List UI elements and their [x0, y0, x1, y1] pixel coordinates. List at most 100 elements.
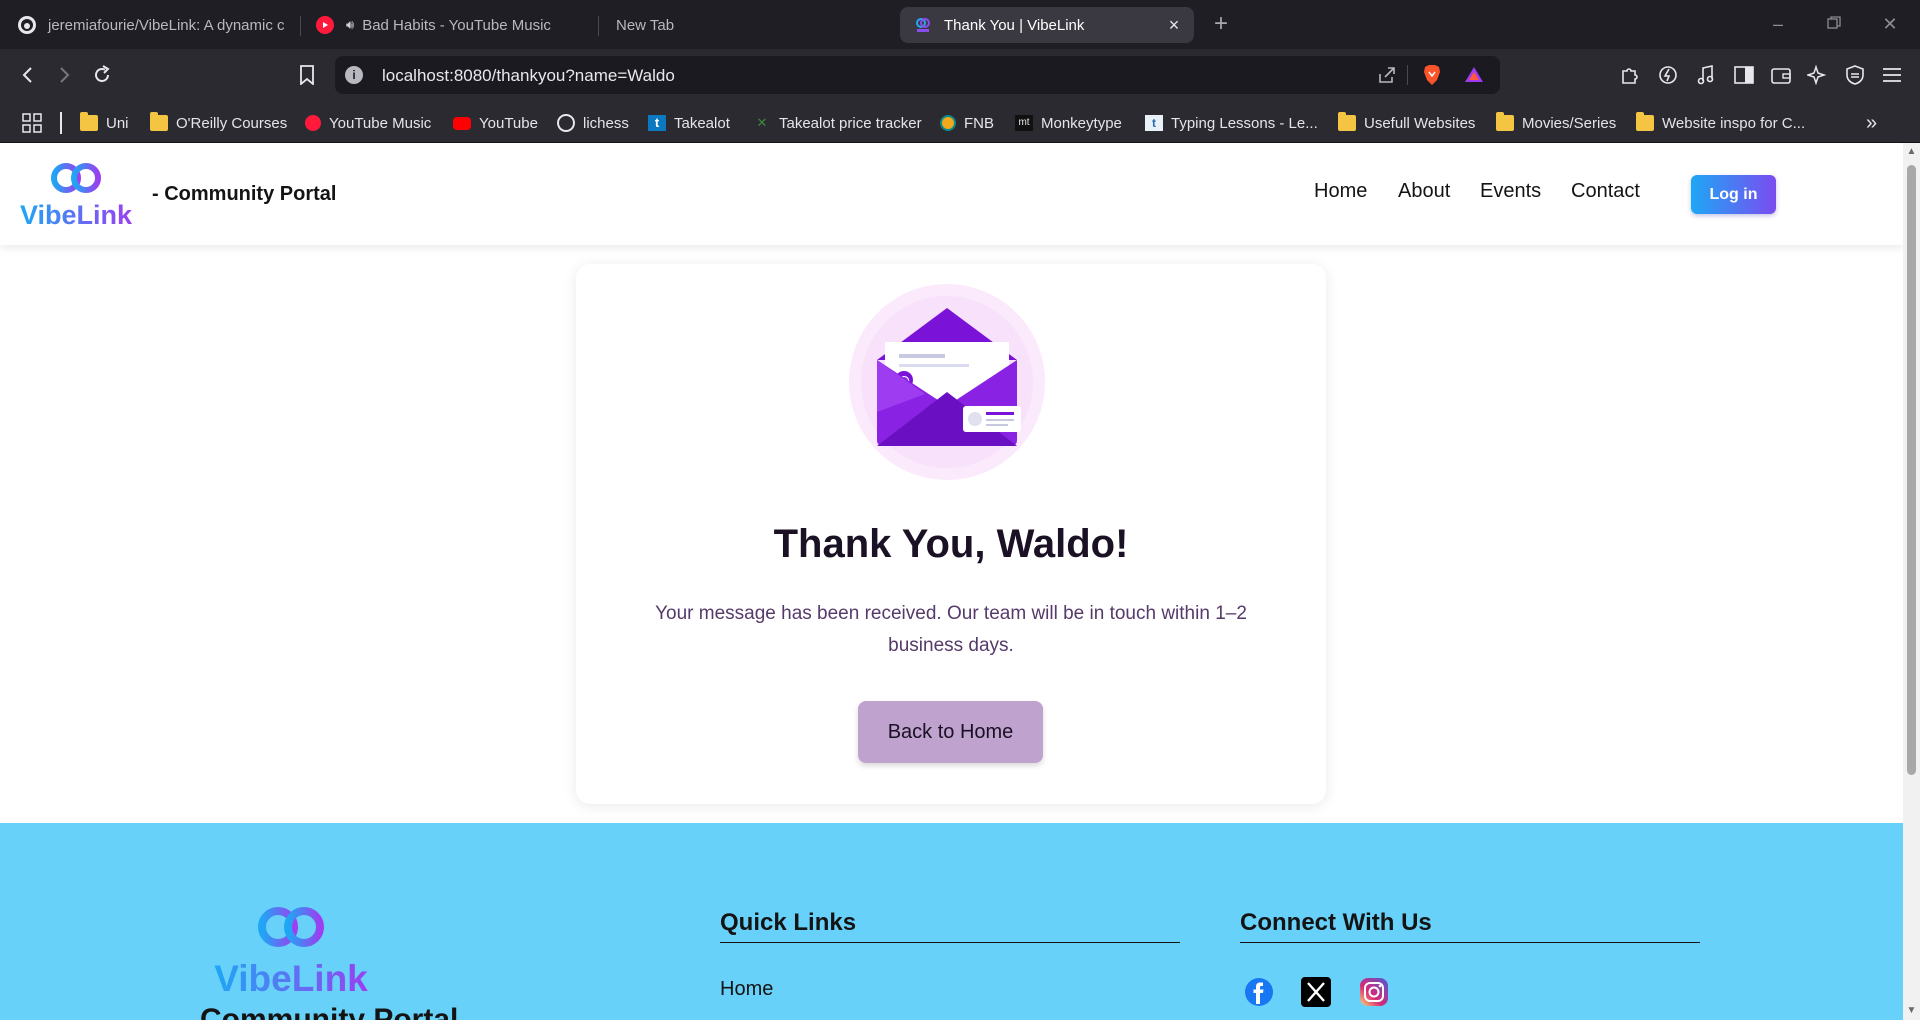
bookmark-label: Website inspo for C... — [1662, 114, 1806, 132]
urlbar-divider — [1407, 65, 1408, 85]
bookmark-usefull-websites[interactable]: Usefull Websites — [1338, 112, 1475, 134]
bookmark-label: Typing Lessons - Le... — [1171, 114, 1318, 132]
folder-icon — [1636, 112, 1654, 131]
share-icon[interactable] — [1373, 61, 1401, 89]
bookmark-label: Usefull Websites — [1364, 114, 1476, 132]
envelope-icon: @ — [847, 282, 1047, 482]
browser-toolbar: i localhost:8080/thankyou?name=Waldo — [0, 49, 1920, 102]
bookmark-label: YouTube Music — [329, 114, 432, 132]
bookmark-takealot[interactable]: t Takealot — [648, 112, 730, 134]
footer-link-home[interactable]: Home — [720, 978, 773, 1001]
tab-youtube-music[interactable]: 🔊︎ Bad Habits - YouTube Music — [316, 7, 576, 43]
speaker-icon[interactable]: 🔊︎ — [346, 17, 354, 33]
logo-text: VibeLink — [20, 200, 133, 230]
nav-home[interactable]: Home — [1314, 180, 1367, 203]
bookmark-label: Takealot price tracker — [779, 114, 922, 132]
bookmark-typing-lessons[interactable]: t Typing Lessons - Le... — [1145, 112, 1318, 134]
youtube-music-icon — [305, 115, 321, 131]
bookmark-label: Monkeytype — [1041, 114, 1122, 132]
scrollbar-thumb[interactable] — [1907, 165, 1916, 775]
bookmark-monkeytype[interactable]: mt Monkeytype — [1015, 112, 1122, 134]
quick-links-divider — [720, 942, 1180, 943]
minimize-icon[interactable]: – — [1766, 12, 1790, 36]
vpn-icon[interactable] — [1841, 61, 1869, 89]
bookmark-uni[interactable]: Uni — [80, 112, 129, 134]
bookmarks-divider — [60, 112, 62, 134]
typing-icon: t — [1145, 115, 1163, 131]
address-bar[interactable]: i localhost:8080/thankyou?name=Waldo — [335, 56, 1500, 94]
bookmark-youtube[interactable]: YouTube — [453, 112, 538, 134]
fnb-icon — [940, 115, 956, 131]
bookmark-takealot-tracker[interactable]: ✕ Takealot price tracker — [753, 112, 922, 134]
nav-about[interactable]: About — [1398, 180, 1450, 203]
login-button[interactable]: Log in — [1691, 175, 1776, 214]
youtube-icon — [453, 116, 471, 130]
brave-shields-icon[interactable] — [1418, 61, 1446, 89]
scroll-down-icon[interactable]: ▼ — [1906, 1005, 1917, 1016]
tab-title: New Tab — [616, 16, 675, 34]
bookmark-label: FNB — [964, 114, 994, 132]
nav-events[interactable]: Events — [1480, 180, 1541, 203]
folder-icon — [80, 112, 98, 131]
close-tab-icon[interactable]: × — [1164, 15, 1184, 35]
new-tab-button[interactable]: + — [1208, 10, 1234, 38]
bookmark-label: YouTube — [479, 114, 538, 132]
apps-grid-icon[interactable] — [18, 109, 46, 137]
browser-tab-bar: jeremiafourie/VibeLink: A dynamic c 🔊︎ B… — [0, 0, 1920, 49]
tab-separator — [598, 16, 599, 36]
wallet-icon[interactable] — [1767, 61, 1795, 89]
reload-icon[interactable] — [88, 61, 116, 89]
instagram-icon[interactable] — [1357, 975, 1391, 1009]
bookmark-movies-series[interactable]: Movies/Series — [1496, 112, 1616, 134]
extensions-icon[interactable] — [1616, 61, 1644, 89]
restore-icon[interactable] — [1822, 12, 1846, 36]
tab-separator — [300, 16, 301, 36]
more-bookmarks-icon[interactable]: » — [1866, 112, 1877, 134]
sidebar-icon[interactable] — [1730, 61, 1758, 89]
facebook-icon[interactable] — [1242, 975, 1276, 1009]
footer-logo-text: VibeLink — [214, 958, 368, 998]
forward-icon[interactable] — [50, 61, 78, 89]
bookmark-icon[interactable] — [293, 61, 321, 89]
tab-title: Bad Habits - YouTube Music — [362, 16, 551, 34]
page-viewport: VibeLink - Community Portal Home About E… — [0, 143, 1903, 1020]
x-icon[interactable] — [1299, 975, 1333, 1009]
nav-contact[interactable]: Contact — [1571, 180, 1640, 203]
quick-links-heading: Quick Links — [720, 909, 857, 936]
brave-rewards-icon[interactable] — [1460, 61, 1488, 89]
url-text[interactable]: localhost:8080/thankyou?name=Waldo — [382, 66, 675, 86]
bookmark-fnb[interactable]: FNB — [940, 112, 994, 134]
media-icon[interactable] — [1692, 61, 1720, 89]
monkeytype-icon: mt — [1015, 115, 1033, 131]
takealot-icon: t — [648, 115, 666, 131]
folder-icon — [1338, 112, 1356, 131]
tab-thank-you[interactable]: Thank You | VibeLink × — [900, 7, 1194, 43]
bookmark-website-inspo[interactable]: Website inspo for C... — [1636, 112, 1805, 134]
menu-icon[interactable] — [1878, 61, 1906, 89]
back-to-home-button[interactable]: Back to Home — [858, 701, 1043, 763]
close-window-icon[interactable]: ✕ — [1878, 12, 1902, 36]
bookmark-oreilly[interactable]: O'Reilly Courses — [150, 112, 287, 134]
back-icon[interactable] — [14, 61, 42, 89]
footer-vibelink-logo[interactable]: VibeLink — [212, 903, 372, 999]
lichess-icon — [557, 114, 575, 132]
tab-new-tab[interactable]: New Tab — [616, 7, 876, 43]
page-scrollbar[interactable]: ▲ ▼ — [1903, 143, 1920, 1020]
bookmark-label: Takealot — [674, 114, 730, 132]
leo-ai-icon[interactable] — [1804, 61, 1832, 89]
connect-heading: Connect With Us — [1240, 909, 1432, 936]
vibelink-logo[interactable]: VibeLink — [20, 161, 135, 231]
vibelink-favicon — [914, 16, 932, 34]
tab-github[interactable]: jeremiafourie/VibeLink: A dynamic c — [18, 7, 288, 43]
speedreader-icon[interactable] — [1654, 61, 1682, 89]
site-info-icon[interactable]: i — [345, 66, 363, 84]
bookmarks-bar: Uni O'Reilly Courses YouTube Music YouTu… — [0, 102, 1920, 143]
scroll-up-icon[interactable]: ▲ — [1906, 146, 1917, 157]
tab-title: Thank You | VibeLink — [944, 16, 1085, 34]
bookmark-lichess[interactable]: lichess — [557, 112, 629, 134]
youtube-music-icon — [316, 16, 334, 34]
bookmark-youtube-music[interactable]: YouTube Music — [305, 112, 431, 134]
tracker-icon: ✕ — [756, 115, 768, 130]
thank-you-message: Your message has been received. Our team… — [655, 603, 1247, 656]
folder-icon — [150, 112, 168, 131]
